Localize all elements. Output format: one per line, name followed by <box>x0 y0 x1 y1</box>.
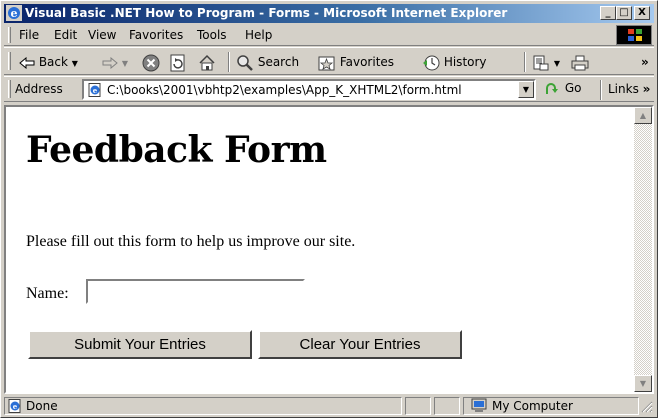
mail-dropdown-icon[interactable]: ▼ <box>554 59 560 68</box>
page-title: Feedback Form <box>26 129 327 171</box>
menu-tools[interactable]: Tools <box>197 28 227 42</box>
stop-icon <box>142 54 160 71</box>
toolbar-grip[interactable] <box>8 52 11 70</box>
favorites-label: Favorites <box>339 55 395 69</box>
maximize-button[interactable]: □ <box>616 6 632 20</box>
address-label: Address <box>15 82 63 96</box>
intro-text: Please fill out this form to help us imp… <box>26 233 356 250</box>
toolbar-separator <box>228 52 230 72</box>
address-bar: Address e C:\books\2001\vbhtp2\examples\… <box>4 76 654 102</box>
submit-button[interactable]: Submit Your Entries <box>28 330 252 359</box>
search-button[interactable]: Search <box>236 52 299 72</box>
browser-window: e Visual Basic .NET How to Program - For… <box>0 0 658 418</box>
forward-arrow-icon <box>102 56 118 69</box>
back-arrow-icon <box>19 56 35 69</box>
refresh-button[interactable] <box>170 52 186 72</box>
address-input[interactable]: e C:\books\2001\vbhtp2\examples\App_K_XH… <box>82 79 536 100</box>
links-label: Links <box>608 82 639 96</box>
vertical-scrollbar[interactable]: ▲ ▼ <box>634 107 652 392</box>
menu-favorites[interactable]: Favorites <box>129 28 183 42</box>
history-label: History <box>443 55 487 69</box>
resize-grip-icon[interactable] <box>640 400 653 413</box>
page-icon: e <box>88 83 101 97</box>
page-icon: e <box>8 399 21 413</box>
menu-bar: File Edit View Favorites Tools Help <box>4 24 654 46</box>
links-button[interactable]: Links » <box>608 82 650 96</box>
standard-toolbar: Back ▼ ▼ Search Favorites History ▼ » <box>4 47 654 75</box>
forward-button[interactable]: ▼ <box>102 52 128 72</box>
search-label: Search <box>257 55 300 69</box>
throbber <box>616 25 652 45</box>
my-computer-icon <box>471 398 487 412</box>
clear-button[interactable]: Clear Your Entries <box>258 330 462 359</box>
status-text: Done <box>26 399 58 413</box>
window-title: Visual Basic .NET How to Program - Forms… <box>25 6 508 20</box>
close-button[interactable]: X <box>634 6 650 20</box>
home-button[interactable] <box>198 52 216 72</box>
menu-file[interactable]: File <box>19 28 39 42</box>
mail-icon <box>533 55 549 70</box>
history-icon <box>423 55 440 70</box>
refresh-icon <box>170 54 185 71</box>
scroll-up-button[interactable]: ▲ <box>634 107 652 124</box>
address-url: C:\books\2001\vbhtp2\examples\App_K_XHTM… <box>107 83 462 97</box>
go-arrow-icon <box>546 82 558 94</box>
status-pane-main: e Done <box>4 397 402 415</box>
favorites-button[interactable]: Favorites <box>318 52 394 72</box>
home-icon <box>199 54 215 70</box>
menu-help[interactable]: Help <box>245 28 272 42</box>
minimize-button[interactable]: _ <box>600 6 616 20</box>
address-dropdown-button[interactable]: ▼ <box>518 81 534 98</box>
print-button[interactable] <box>571 52 589 72</box>
status-bar: e Done My Computer <box>4 396 654 416</box>
history-button[interactable]: History <box>422 52 487 72</box>
print-icon <box>571 55 589 70</box>
toolbar-separator <box>524 52 526 72</box>
page-content: Feedback Form Please fill out this form … <box>6 107 634 392</box>
links-overflow-chevron[interactable]: » <box>643 82 651 96</box>
status-pane-zone: My Computer <box>463 397 639 415</box>
addressbar-grip[interactable] <box>8 80 11 98</box>
menu-view[interactable]: View <box>88 28 116 42</box>
status-pane-security <box>434 397 460 415</box>
page-viewport: Feedback Form Please fill out this form … <box>4 105 654 394</box>
scroll-down-button[interactable]: ▼ <box>634 375 652 392</box>
menubar-grip[interactable] <box>8 27 11 43</box>
back-label: Back <box>38 55 68 69</box>
stop-button[interactable] <box>142 52 160 72</box>
title-bar[interactable]: e Visual Basic .NET How to Program - For… <box>4 4 654 23</box>
mail-button[interactable]: ▼ <box>532 52 560 72</box>
name-label: Name: <box>26 285 69 302</box>
svg-text:e: e <box>11 7 18 20</box>
forward-dropdown-icon[interactable]: ▼ <box>122 59 128 68</box>
links-separator <box>600 80 602 100</box>
internet-explorer-icon: e <box>6 5 22 21</box>
search-icon <box>237 54 253 71</box>
back-button[interactable]: Back ▼ <box>19 52 78 72</box>
back-dropdown-icon[interactable]: ▼ <box>72 59 78 68</box>
go-button[interactable]: Go <box>545 81 581 96</box>
zone-text: My Computer <box>492 399 573 413</box>
windows-logo-icon <box>628 29 642 41</box>
favorites-icon <box>318 56 335 70</box>
status-pane-progress <box>405 397 431 415</box>
toolbar-overflow-chevron[interactable]: » <box>641 52 649 72</box>
name-input[interactable] <box>86 279 305 304</box>
menu-edit[interactable]: Edit <box>54 28 77 42</box>
svg-text:e: e <box>13 402 18 411</box>
go-label: Go <box>564 81 582 95</box>
svg-text:e: e <box>93 86 98 95</box>
